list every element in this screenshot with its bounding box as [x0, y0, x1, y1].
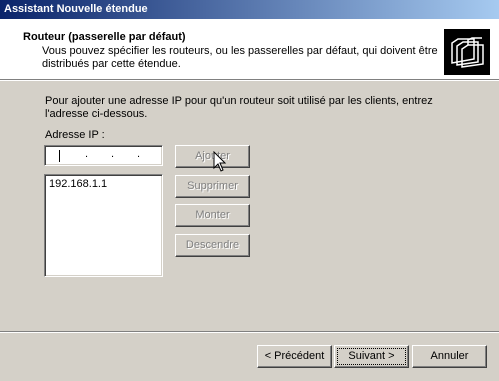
cancel-button[interactable]: Annuler — [412, 345, 487, 368]
footer-divider-highlight — [0, 332, 499, 333]
window-title: Assistant Nouvelle étendue — [4, 3, 148, 15]
next-button[interactable]: Suivant > — [334, 345, 409, 368]
mouse-pointer-icon — [213, 151, 227, 172]
list-item[interactable]: 192.168.1.1 — [49, 178, 107, 190]
move-up-button[interactable]: Monter — [175, 204, 250, 227]
ip-octet-separator: . — [111, 148, 115, 160]
instructions-text: Pour ajouter une adresse IP pour qu'un r… — [45, 95, 433, 120]
ip-octet-separator: . — [85, 148, 89, 160]
remove-button[interactable]: Supprimer — [175, 175, 250, 198]
wizard-header: Routeur (passerelle par défaut) Vous pou… — [0, 19, 499, 79]
folders-icon — [444, 29, 490, 75]
title-bar[interactable]: Assistant Nouvelle étendue — [0, 0, 499, 19]
previous-button[interactable]: < Précédent — [257, 345, 332, 368]
router-ip-list[interactable]: 192.168.1.1 — [44, 174, 163, 277]
ip-address-input[interactable]: . . . — [44, 145, 163, 166]
header-title: Routeur (passerelle par défaut) — [23, 31, 186, 43]
ip-octet-separator: . — [137, 148, 141, 160]
header-description: Vous pouvez spécifier les routeurs, ou l… — [42, 45, 438, 70]
ip-address-label: Adresse IP : — [45, 129, 105, 141]
wizard-window: Assistant Nouvelle étendue Routeur (pass… — [0, 0, 499, 381]
text-caret — [59, 150, 60, 162]
move-down-button[interactable]: Descendre — [175, 234, 250, 257]
header-divider-highlight — [0, 80, 499, 81]
